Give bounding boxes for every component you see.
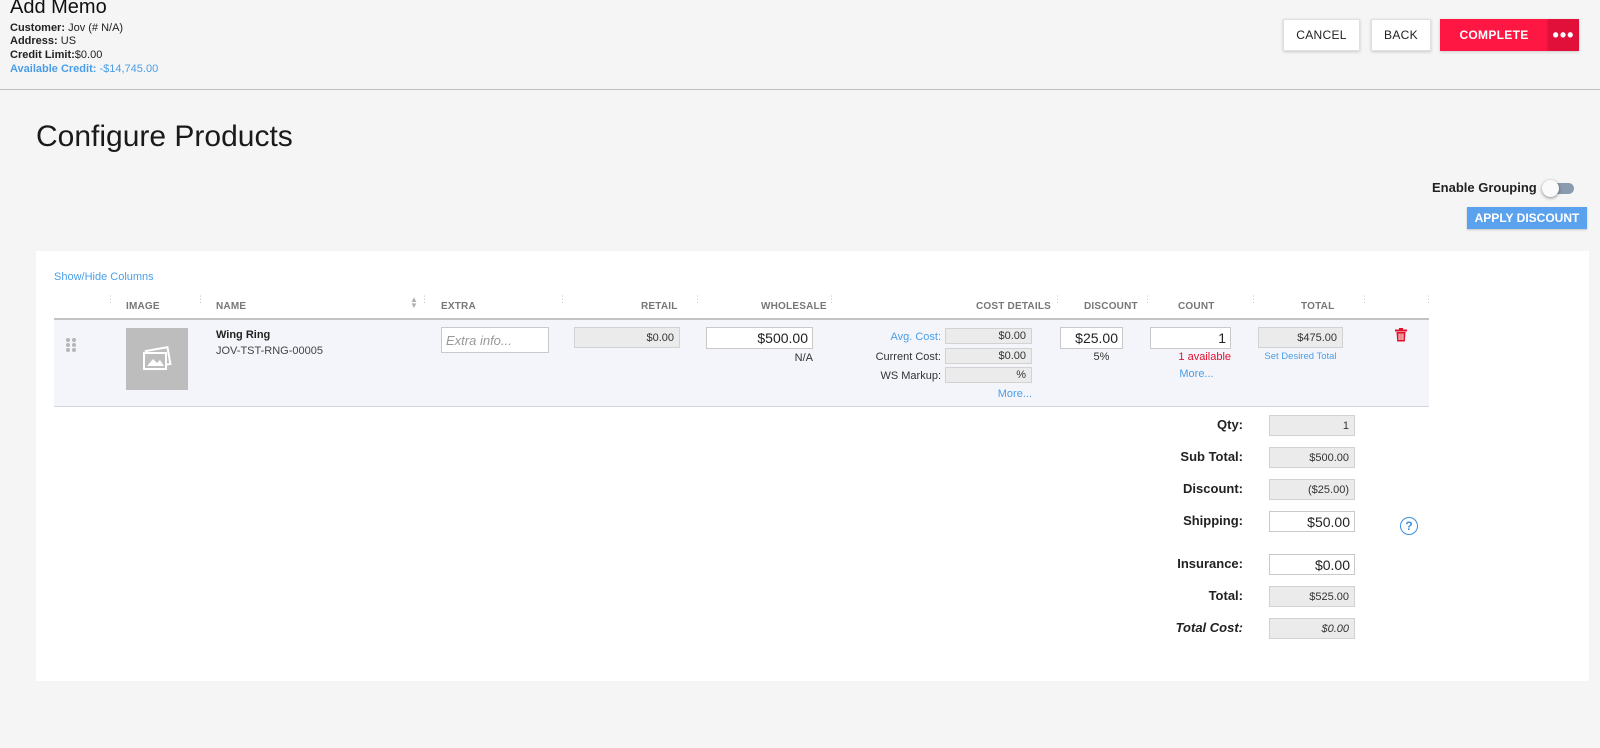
qty-label: Qty: (1217, 417, 1243, 432)
address-label: Address: (10, 35, 58, 47)
set-desired-total-link[interactable]: Set Desired Total (1258, 351, 1343, 362)
available-count: 1 available (1178, 351, 1231, 363)
row-total-field: $475.00 (1258, 327, 1343, 348)
page-header-title: Add Memo (10, 0, 107, 18)
available-credit-value: -$14,745.00 (99, 63, 159, 75)
ws-markup-label: WS Markup: (880, 370, 941, 382)
insurance-label: Insurance: (1177, 556, 1243, 571)
column-menu-icon[interactable]: ⋮ (420, 295, 429, 304)
complete-button[interactable]: COMPLETE (1440, 19, 1548, 51)
column-header-image: IMAGE (126, 301, 160, 312)
total-label: Total: (1208, 588, 1243, 603)
column-menu-icon[interactable]: ⋮ (196, 295, 205, 304)
column-menu-icon[interactable]: ⋮ (1424, 295, 1433, 304)
credit-limit-info: Credit Limit:$0.00 (10, 49, 102, 62)
address-value: US (60, 35, 77, 47)
column-header-discount: DISCOUNT (1084, 301, 1138, 312)
discount-summary-field: ($25.00) (1269, 479, 1355, 500)
shipping-input[interactable]: $50.00 (1269, 511, 1355, 532)
wholesale-input[interactable]: $500.00 (706, 327, 813, 349)
insurance-input[interactable]: $0.00 (1269, 554, 1355, 575)
column-menu-icon[interactable]: ⋮ (693, 295, 702, 304)
current-cost-label: Current Cost: (875, 351, 941, 363)
current-cost-field: $0.00 (945, 348, 1032, 364)
product-image-placeholder (126, 328, 188, 390)
qty-field: 1 (1269, 415, 1355, 436)
sort-icon[interactable]: ▲ ▼ (410, 296, 418, 310)
total-cost-field: $0.00 (1269, 618, 1355, 639)
back-button[interactable]: BACK (1371, 19, 1431, 51)
customer-info: Customer: Jov (# N/A) (10, 22, 123, 35)
enable-grouping-toggle[interactable] (1542, 179, 1574, 197)
count-input[interactable]: 1 (1150, 327, 1231, 349)
retail-field: $0.00 (574, 327, 680, 348)
page-header: Add Memo Customer: Jov (# N/A) Address: … (0, 0, 1600, 90)
column-menu-icon[interactable]: ⋮ (1053, 295, 1062, 304)
help-icon[interactable]: ? (1400, 517, 1418, 535)
column-menu-icon[interactable]: ⋮ (1249, 295, 1258, 304)
image-icon (143, 346, 172, 370)
drag-handle-icon[interactable] (66, 338, 76, 352)
column-header-wholesale: WHOLESALE (761, 301, 827, 312)
wholesale-sub: N/A (794, 352, 813, 364)
extra-info-input[interactable]: Extra info... (441, 327, 549, 353)
apply-discount-button[interactable]: APPLY DISCOUNT (1467, 207, 1587, 229)
products-card: Show/Hide Columns ⋮ IMAGE ⋮ NAME ▲ ▼ ⋮ EX… (36, 251, 1589, 681)
column-header-total: TOTAL (1301, 301, 1335, 312)
ws-markup-field[interactable]: % (945, 367, 1032, 383)
customer-label: Customer: (10, 22, 66, 34)
column-menu-icon[interactable]: ⋮ (106, 295, 115, 304)
column-menu-icon[interactable]: ⋮ (827, 295, 836, 304)
avg-cost-label[interactable]: Avg. Cost: (834, 331, 941, 343)
customer-value: Jov (# N/A) (68, 22, 124, 34)
shipping-label: Shipping: (1183, 513, 1243, 528)
column-header-cost-details: COST DETAILS (976, 301, 1051, 312)
column-menu-icon[interactable]: ⋮ (558, 295, 567, 304)
table-row: Wing Ring JOV-TST-RNG-00005 Extra info..… (54, 320, 1429, 407)
subtotal-field: $500.00 (1269, 447, 1355, 468)
more-options-button[interactable]: ••• (1548, 19, 1579, 51)
total-cost-label: Total Cost: (1175, 620, 1243, 635)
product-sku: JOV-TST-RNG-00005 (216, 345, 323, 357)
show-hide-columns-link[interactable]: Show/Hide Columns (54, 271, 154, 283)
credit-limit-label: Credit Limit: (10, 49, 75, 61)
column-header-extra: EXTRA (441, 301, 476, 312)
credit-limit-value: $0.00 (74, 49, 103, 61)
available-credit-info: Available Credit: -$14,745.00 (10, 63, 158, 76)
toggle-knob (1542, 180, 1559, 197)
discount-summary-label: Discount: (1183, 481, 1243, 496)
available-credit-label: Available Credit: (10, 63, 97, 75)
column-header-count: COUNT (1178, 301, 1215, 312)
address-info: Address: US (10, 35, 76, 48)
enable-grouping-label: Enable Grouping (1432, 180, 1537, 195)
discount-percent: 5% (1093, 351, 1110, 363)
product-name[interactable]: Wing Ring (216, 329, 270, 341)
cost-more-link[interactable]: More... (954, 388, 1032, 400)
avg-cost-field: $0.00 (945, 328, 1032, 344)
discount-input[interactable]: $25.00 (1060, 327, 1123, 349)
page-title: Configure Products (36, 120, 293, 153)
column-menu-icon[interactable]: ⋮ (1143, 295, 1152, 304)
count-more-link[interactable]: More... (1140, 368, 1231, 380)
subtotal-label: Sub Total: (1180, 449, 1243, 464)
column-header-retail: RETAIL (641, 301, 678, 312)
total-field: $525.00 (1269, 586, 1355, 607)
cancel-button[interactable]: CANCEL (1283, 19, 1360, 51)
column-menu-icon[interactable]: ⋮ (1360, 295, 1369, 304)
column-header-name[interactable]: NAME (216, 301, 246, 312)
delete-icon[interactable] (1395, 328, 1407, 342)
